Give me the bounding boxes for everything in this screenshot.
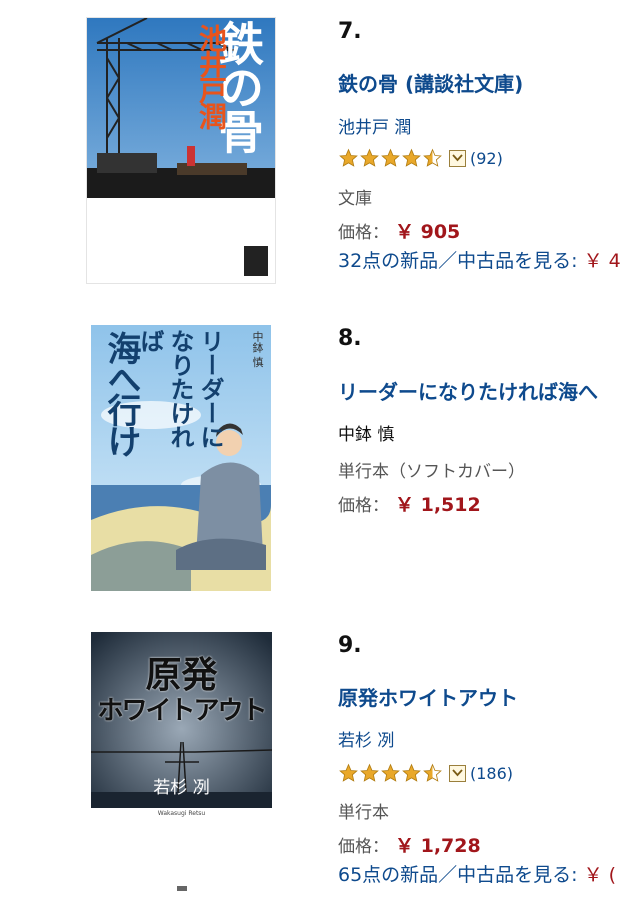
- price-value: ￥ 905: [395, 221, 461, 243]
- cover-author: 若杉 冽: [153, 778, 210, 798]
- rank-number: 8.: [338, 326, 362, 351]
- chevron-down-icon[interactable]: [449, 149, 466, 167]
- price-value: ￥ 1,512: [395, 494, 481, 516]
- price-row: 価格： ￥ 905: [338, 217, 460, 244]
- stars-icon: [338, 148, 443, 168]
- book-cover-image[interactable]: 海へ行け リーダーになりたければ 中鉢 慎: [91, 325, 271, 591]
- offers-link[interactable]: 32点の新品／中古品を見る: ￥ 4: [338, 246, 621, 273]
- publisher-logo: [243, 245, 269, 277]
- star-rating[interactable]: (186): [338, 763, 513, 783]
- offers-price: ￥ 4: [583, 250, 621, 272]
- author-link[interactable]: 池井戸 潤: [338, 113, 411, 138]
- format-label: 単行本: [338, 803, 389, 823]
- stars-icon: [338, 763, 443, 783]
- product-title-link[interactable]: 鉄の骨 (講談社文庫): [338, 68, 523, 97]
- book-cover-image[interactable]: 原発 ホワイトアウト 若杉 冽 Wakasugi Retsu: [91, 632, 272, 897]
- review-count-link[interactable]: (92): [470, 149, 503, 168]
- book-cover-image[interactable]: 鉄の骨 池井戸潤: [87, 18, 275, 283]
- rank-number: 9.: [338, 633, 362, 658]
- cover-author: 池井戸潤: [195, 24, 228, 128]
- price-value: ￥ 1,728: [395, 835, 481, 857]
- publisher-mark: [177, 886, 187, 891]
- price-label: 価格：: [338, 837, 389, 857]
- review-count-link[interactable]: (186): [470, 764, 513, 783]
- cover-author: 中鉢 慎: [251, 331, 264, 368]
- format-label: 単行本（ソフトカバー）: [338, 462, 525, 482]
- chevron-down-icon[interactable]: [449, 764, 466, 782]
- author-name: 中鉢 慎: [338, 425, 395, 445]
- offers-text[interactable]: 65点の新品／中古品を見る:: [338, 864, 578, 886]
- rank-number: 7.: [338, 19, 362, 44]
- format-label: 文庫: [338, 189, 372, 209]
- product-title-link[interactable]: 原発ホワイトアウト: [338, 682, 518, 711]
- price-row: 価格： ￥ 1,512: [338, 490, 481, 517]
- price-label: 価格：: [338, 496, 389, 516]
- cover-subtitle: リーダーになりたければ: [136, 329, 225, 449]
- price-row: 価格： ￥ 1,728: [338, 831, 481, 858]
- cover-romaji: Wakasugi Retsu: [157, 810, 206, 817]
- product-title-link[interactable]: リーダーになりたければ海へ: [338, 376, 598, 405]
- offers-text[interactable]: 32点の新品／中古品を見る:: [338, 250, 578, 272]
- cover-subtitle: ホワイトアウト: [97, 696, 267, 726]
- offers-price: ￥ (: [583, 864, 617, 886]
- price-label: 価格：: [338, 223, 389, 243]
- star-rating[interactable]: (92): [338, 148, 503, 168]
- offers-link[interactable]: 65点の新品／中古品を見る: ￥ (: [338, 860, 616, 887]
- author-link[interactable]: 若杉 冽: [338, 726, 394, 751]
